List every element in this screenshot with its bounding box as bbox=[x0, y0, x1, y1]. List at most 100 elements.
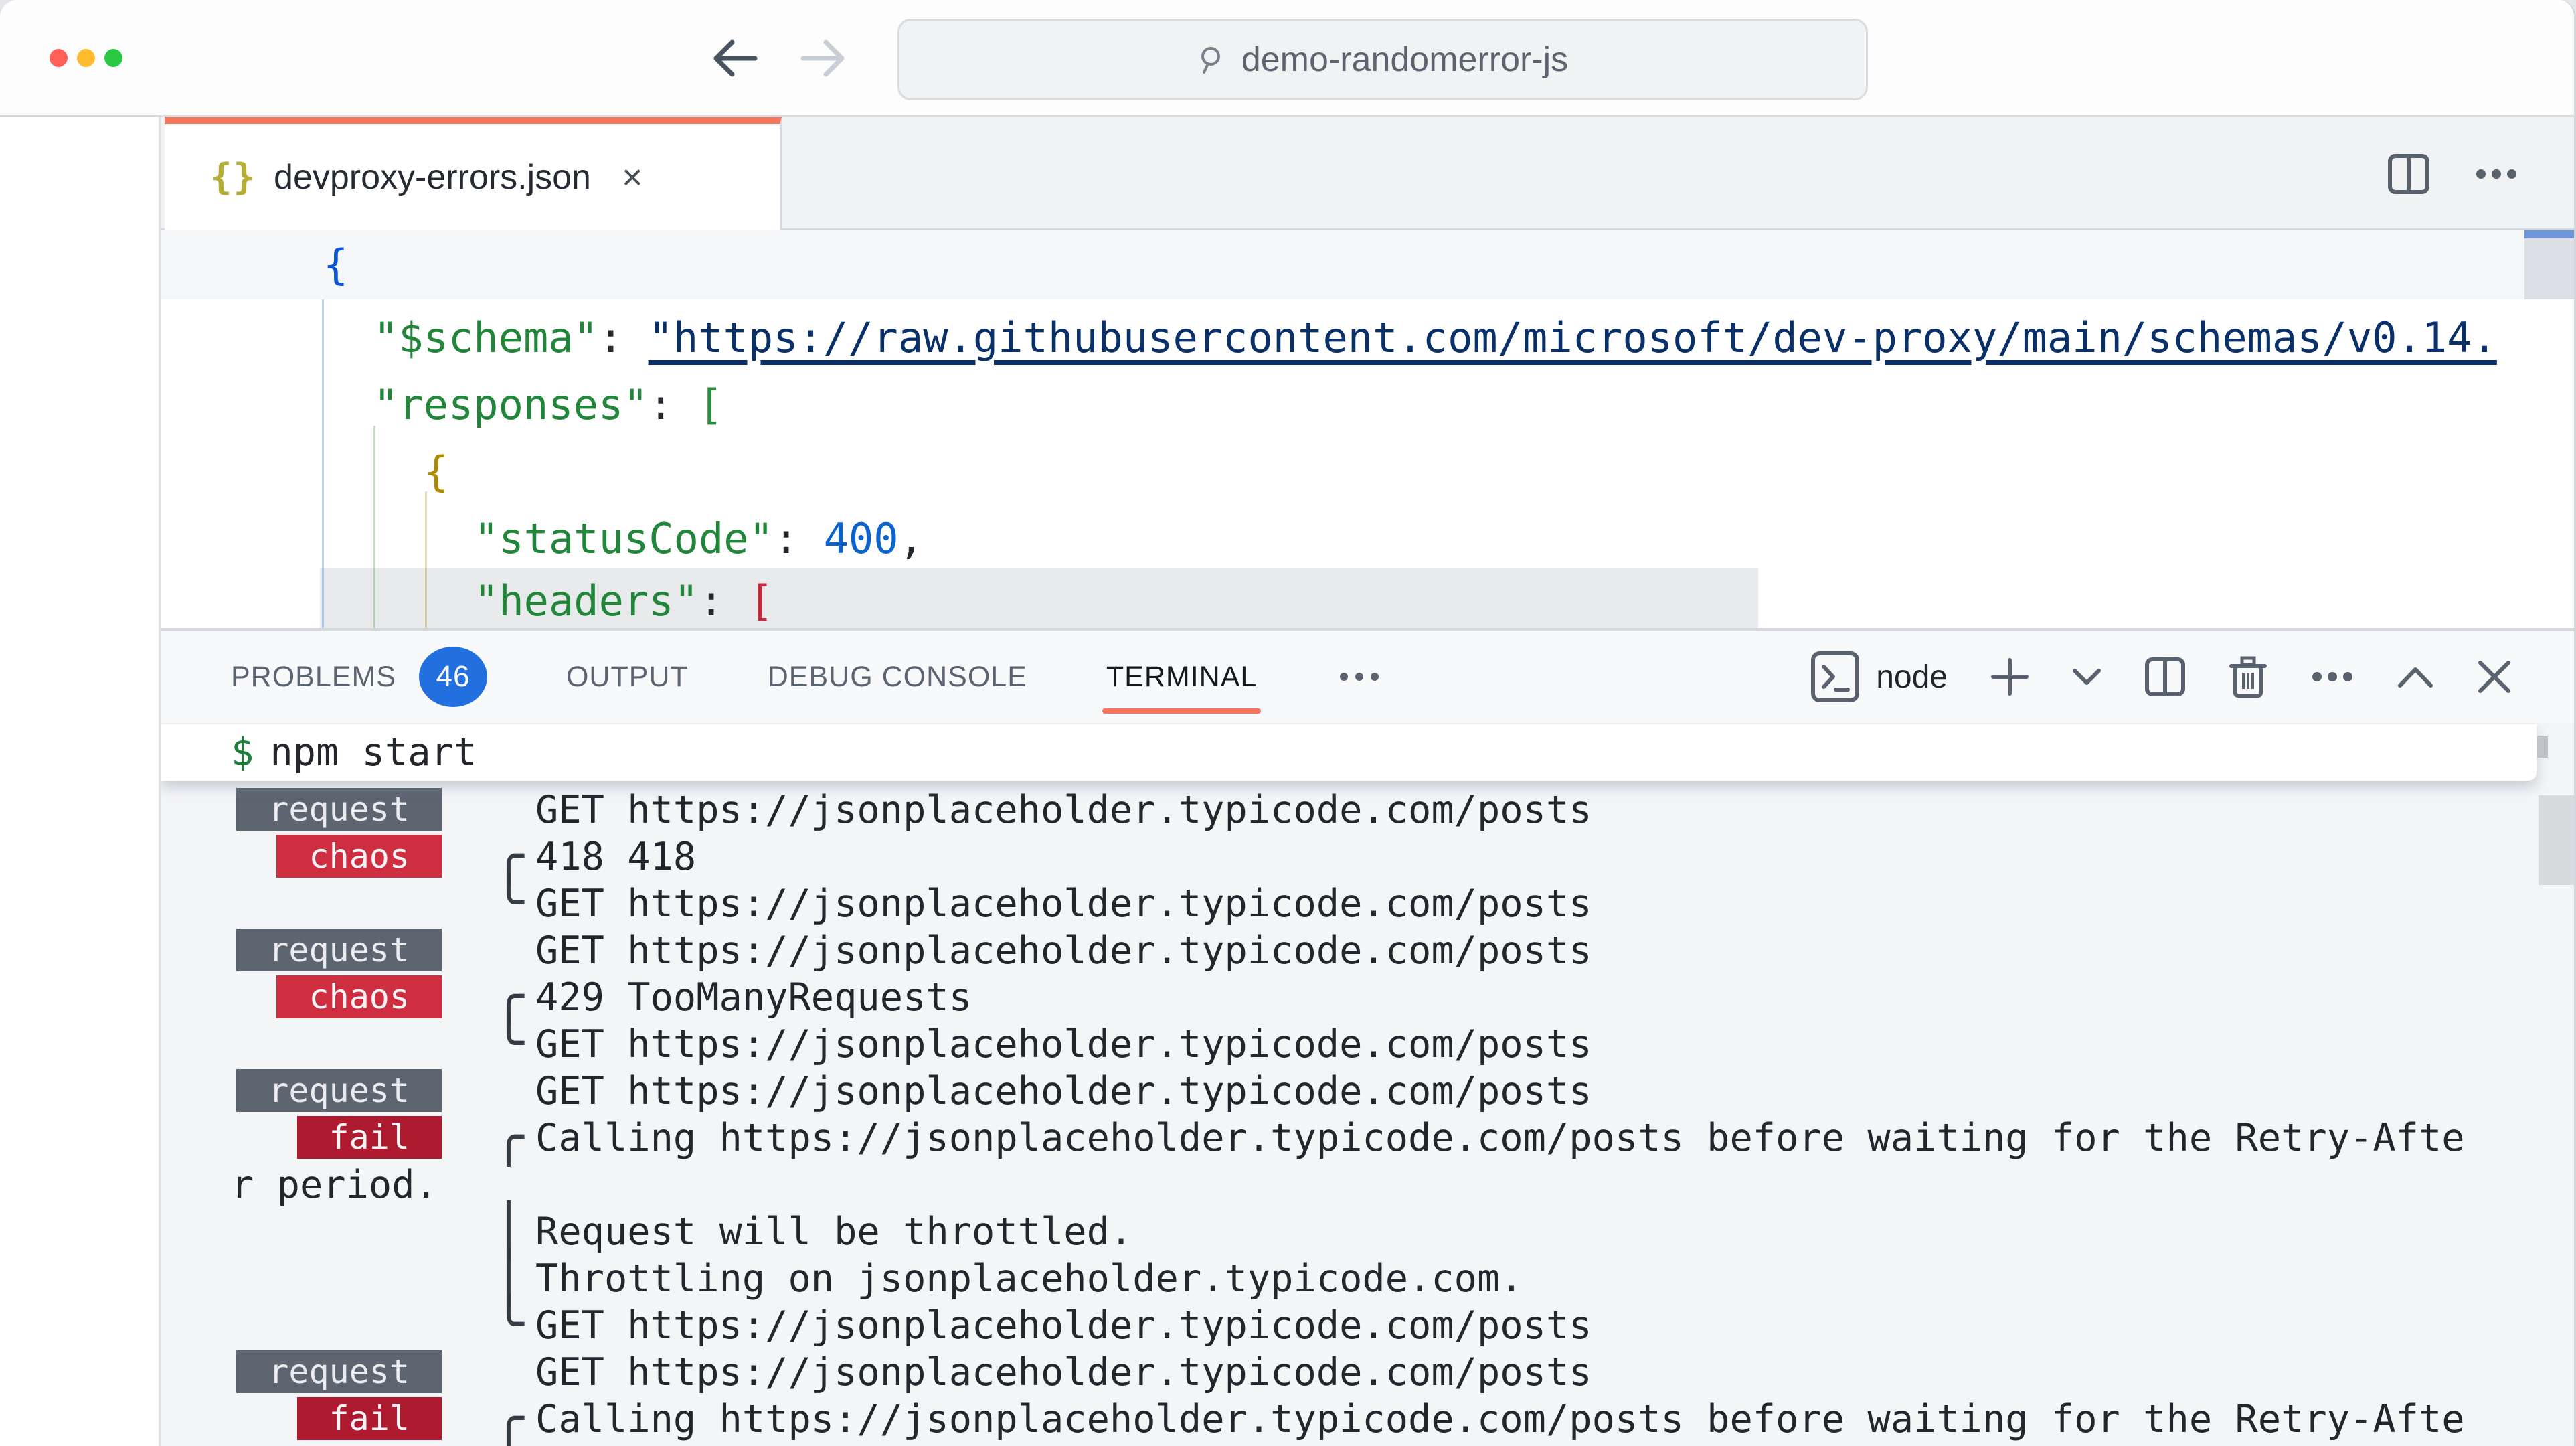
terminal-row: fail╭Calling https://jsonplaceholder.typ… bbox=[161, 1115, 2576, 1161]
split-editor-icon[interactable] bbox=[2387, 153, 2430, 195]
json-file-icon: {} bbox=[210, 156, 256, 198]
tab-terminal-label: TERMINAL bbox=[1106, 661, 1257, 694]
editor-actions bbox=[2387, 117, 2518, 230]
tab-devproxy-errors-json[interactable]: {} devproxy-errors.json × bbox=[165, 117, 782, 230]
tab-close-icon[interactable]: × bbox=[622, 157, 643, 198]
panel-toolbar: PROBLEMS 46 OUTPUT DEBUG CONSOLE TERMINA… bbox=[161, 631, 2576, 723]
code-token: : bbox=[598, 313, 649, 362]
chevron-down-icon[interactable] bbox=[2072, 667, 2101, 687]
code-token: , bbox=[899, 514, 924, 563]
left-gutter bbox=[0, 117, 161, 1446]
code-line: "$schema": "https://raw.githubuserconten… bbox=[373, 305, 2497, 372]
terminal-scrollbar-thumb-top[interactable] bbox=[2537, 736, 2548, 758]
log-group-bracket: ╭ bbox=[493, 1394, 524, 1441]
code-token: [ bbox=[749, 576, 774, 625]
shell-command: npm start bbox=[270, 730, 477, 775]
tab-output[interactable]: OUTPUT bbox=[566, 631, 689, 723]
log-group-bracket: ╰ bbox=[493, 879, 524, 926]
log-text: GET https://jsonplaceholder.typicode.com… bbox=[535, 1302, 1592, 1349]
new-terminal-plus-icon[interactable] bbox=[1990, 657, 2029, 696]
problems-count-badge: 46 bbox=[419, 647, 487, 707]
log-text: GET https://jsonplaceholder.typicode.com… bbox=[535, 787, 1592, 833]
code-token: "https://raw.githubusercontent.com/micro… bbox=[649, 313, 2497, 362]
code-token: "headers" bbox=[474, 576, 699, 625]
editor-tabstrip: {} devproxy-errors.json × bbox=[161, 117, 2576, 230]
code-token: : bbox=[774, 514, 824, 563]
search-icon bbox=[1197, 44, 1228, 75]
indent-guide bbox=[425, 491, 427, 628]
panel-tabs-overflow-icon[interactable] bbox=[1336, 659, 1383, 694]
terminal-row: ╰GET https://jsonplaceholder.typicode.co… bbox=[161, 880, 2576, 927]
close-window-button[interactable] bbox=[50, 49, 68, 67]
log-group-bracket: ╰ bbox=[493, 1301, 524, 1348]
log-text: GET https://jsonplaceholder.typicode.com… bbox=[535, 1068, 1592, 1115]
trash-icon[interactable] bbox=[2229, 655, 2267, 698]
panel-tabs: PROBLEMS 46 OUTPUT DEBUG CONSOLE TERMINA… bbox=[231, 631, 1383, 723]
log-text: 429 TooManyRequests bbox=[535, 974, 972, 1021]
editor-scrollbar-track[interactable] bbox=[2524, 238, 2576, 299]
code-editor[interactable]: "$schema": "https://raw.githubuserconten… bbox=[161, 230, 2576, 628]
window-search-input[interactable]: demo-randomerror-js bbox=[897, 19, 1868, 100]
code-line: "headers": [ bbox=[474, 568, 774, 628]
sticky-scroll-line: { bbox=[323, 230, 348, 299]
log-label-fail: fail bbox=[297, 1397, 442, 1440]
close-panel-icon[interactable] bbox=[2476, 659, 2512, 695]
code-token: "responses" bbox=[373, 380, 649, 429]
back-arrow-icon[interactable] bbox=[709, 33, 760, 84]
chevron-up-icon[interactable] bbox=[2397, 665, 2433, 688]
log-group-bracket: ╰ bbox=[493, 1020, 524, 1066]
log-label-request: request bbox=[236, 1350, 442, 1393]
terminal-icon bbox=[1809, 651, 1861, 703]
log-text: 418 418 bbox=[535, 833, 696, 880]
log-label-chaos: chaos bbox=[276, 975, 442, 1018]
panel-actions: node bbox=[1809, 631, 2512, 723]
forward-arrow-icon[interactable] bbox=[798, 33, 849, 84]
tab-problems[interactable]: PROBLEMS 46 bbox=[231, 631, 487, 723]
log-text: r period. bbox=[231, 1161, 438, 1208]
zoom-window-button[interactable] bbox=[104, 49, 122, 67]
shell-name: node bbox=[1876, 659, 1948, 696]
log-text: GET https://jsonplaceholder.typicode.com… bbox=[535, 927, 1592, 974]
indent-guide bbox=[322, 299, 324, 628]
log-text: Calling https://jsonplaceholder.typicode… bbox=[535, 1396, 2465, 1443]
terminal-output[interactable]: request GET https://jsonplaceholder.typic… bbox=[161, 723, 2576, 1446]
log-label-request: request bbox=[236, 1069, 442, 1112]
log-text: GET https://jsonplaceholder.typicode.com… bbox=[535, 1349, 1592, 1396]
titlebar: demo-randomerror-js bbox=[0, 0, 2574, 117]
search-text: demo-randomerror-js bbox=[1241, 39, 1568, 80]
tab-debug-console-label: DEBUG CONSOLE bbox=[768, 661, 1027, 694]
tab-label: devproxy-errors.json bbox=[274, 157, 591, 197]
tab-problems-label: PROBLEMS bbox=[231, 661, 396, 694]
indent-guide bbox=[373, 426, 375, 628]
terminal-scrollbar-thumb[interactable] bbox=[2539, 795, 2576, 885]
log-text: Throttling on jsonplaceholder.typicode.c… bbox=[535, 1255, 1523, 1302]
log-text: GET https://jsonplaceholder.typicode.com… bbox=[535, 880, 1592, 927]
code-token: { bbox=[424, 447, 448, 496]
code-token: "$schema" bbox=[373, 313, 598, 362]
log-label-chaos: chaos bbox=[276, 835, 442, 878]
terminal-row: fail ╭Calling https://jsonplaceholder.typ… bbox=[161, 1396, 2576, 1443]
tab-terminal[interactable]: TERMINAL bbox=[1106, 631, 1257, 723]
tab-output-label: OUTPUT bbox=[566, 661, 689, 694]
code-line: { bbox=[424, 438, 448, 505]
sticky-scroll-row: { bbox=[161, 230, 2576, 299]
editor-scrollbar-thumb[interactable] bbox=[2524, 230, 2576, 238]
code-line: "statusCode": 400, bbox=[474, 505, 924, 572]
active-shell-item[interactable]: node bbox=[1809, 651, 1948, 703]
log-group-bracket: ╭ bbox=[493, 1113, 524, 1160]
tab-debug-console[interactable]: DEBUG CONSOLE bbox=[768, 631, 1027, 723]
code-line: "responses": [ bbox=[373, 372, 723, 438]
log-text: GET https://jsonplaceholder.typicode.com… bbox=[535, 1021, 1592, 1068]
code-token: : bbox=[699, 576, 749, 625]
code-token: : bbox=[649, 380, 699, 429]
split-terminal-icon[interactable] bbox=[2144, 657, 2186, 697]
terminal-command-row: $ npm start bbox=[161, 724, 2537, 781]
more-actions-icon[interactable] bbox=[2474, 153, 2518, 195]
more-actions-icon[interactable] bbox=[2310, 656, 2354, 698]
code-token: "statusCode" bbox=[474, 514, 774, 563]
vscode-window: demo-randomerror-js {} devproxy-errors.j… bbox=[0, 0, 2576, 1446]
traffic-lights bbox=[50, 0, 122, 115]
screenshot-stage: demo-randomerror-js {} devproxy-errors.j… bbox=[0, 0, 2576, 1446]
minimize-window-button[interactable] bbox=[77, 49, 95, 67]
code-token: 400 bbox=[824, 514, 899, 563]
